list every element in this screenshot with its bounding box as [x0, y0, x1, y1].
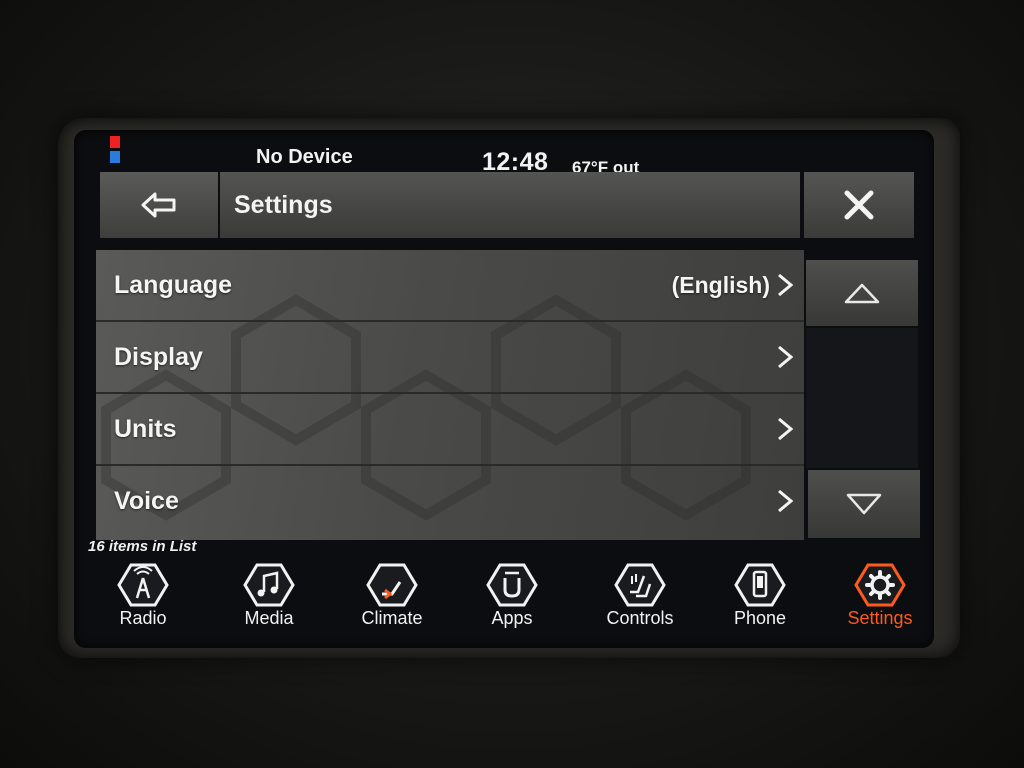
list-item-language[interactable]: Language (English) — [96, 250, 804, 322]
nav-phone[interactable]: Phone — [710, 558, 810, 638]
list-item-display[interactable]: Display — [96, 322, 804, 394]
chevron-right-icon — [778, 417, 794, 441]
close-button[interactable] — [804, 172, 914, 238]
list-item-label: Language — [114, 270, 233, 299]
gear-icon — [854, 563, 906, 607]
nav-media[interactable]: Media — [219, 558, 319, 638]
page-title: Settings — [234, 190, 333, 219]
music-note-icon — [243, 563, 295, 607]
nav-label: Apps — [491, 608, 533, 628]
list-item-units[interactable]: Units — [96, 394, 804, 466]
language-value: (English) — [671, 271, 770, 298]
close-icon — [844, 190, 874, 220]
list-item-voice[interactable]: Voice — [96, 466, 804, 536]
signal-flag-icon — [110, 136, 120, 164]
controls-seat-icon — [614, 563, 666, 607]
items-count: 16 items in List — [88, 538, 197, 555]
back-button[interactable] — [100, 172, 218, 238]
list-item-label: Voice — [114, 486, 179, 515]
phone-icon — [734, 563, 786, 607]
bottom-nav-bar: Radio Media Climate Apps Controls Phone … — [74, 558, 934, 648]
nav-label: Media — [244, 608, 294, 628]
scroll-track — [806, 328, 918, 468]
nav-climate[interactable]: Climate — [342, 558, 442, 638]
nav-label: Phone — [733, 608, 787, 628]
nav-apps[interactable]: Apps — [462, 558, 562, 638]
nav-settings[interactable]: Settings — [830, 558, 930, 638]
nav-label: Climate — [361, 608, 423, 628]
chevron-right-icon — [778, 273, 794, 297]
nav-label: Settings — [847, 608, 913, 628]
back-arrow-icon — [141, 192, 176, 218]
chevron-right-icon — [778, 489, 794, 513]
infotainment-screen: No Device 12:48 67°F out Settings Langua… — [74, 130, 934, 648]
nav-controls[interactable]: Controls — [590, 558, 690, 638]
status-bar: No Device 12:48 67°F out — [74, 130, 934, 177]
settings-list: Language (English) Display Units Voice — [96, 250, 804, 540]
scroll-up-button[interactable] — [806, 260, 918, 326]
device-status: No Device — [256, 146, 353, 168]
radio-tower-icon — [117, 563, 169, 607]
triangle-up-icon — [844, 283, 880, 304]
climate-seat-icon — [366, 563, 418, 607]
page-title-bar: Settings — [220, 172, 800, 238]
list-item-label: Display — [114, 342, 203, 371]
nav-label: Radio — [119, 608, 167, 628]
scroll-down-button[interactable] — [808, 470, 920, 538]
list-item-label: Units — [114, 414, 177, 443]
triangle-down-icon — [846, 493, 882, 515]
nav-label: Controls — [606, 608, 674, 628]
apps-u-icon — [486, 563, 538, 607]
chevron-right-icon — [778, 345, 794, 369]
nav-radio[interactable]: Radio — [93, 558, 193, 638]
